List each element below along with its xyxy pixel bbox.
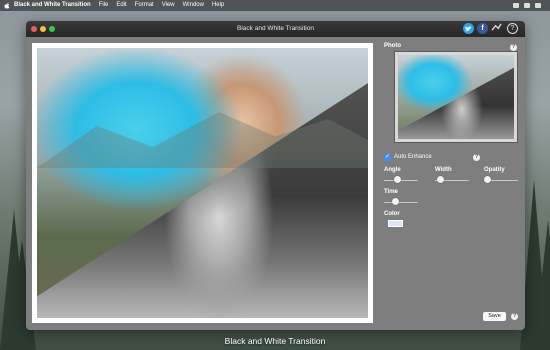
minimize-button[interactable] [40,25,46,32]
photo-label: Photo [384,43,401,49]
auto-enhance-label: Auto Enhance [394,154,432,160]
slider-knob[interactable] [394,176,401,183]
apple-menu-icon[interactable] [4,2,10,9]
app-window: Black and White Transition f ? Photo ? ✓… [26,21,525,330]
photo-help-icon[interactable]: ? [510,44,517,51]
tree-silhouette [534,220,550,350]
menu-view[interactable]: View [162,0,175,11]
time-label: Time [384,189,398,195]
slider-knob[interactable] [484,176,491,183]
photo-thumbnail[interactable] [394,51,518,143]
menu-help[interactable]: Help [212,0,224,11]
window-title: Black and White Transition [237,25,314,32]
opacity-slider[interactable] [484,176,518,184]
slider-knob[interactable] [392,198,399,205]
zoom-button[interactable] [49,25,55,32]
thumbnail-image [398,55,514,139]
preview-image[interactable] [37,48,368,318]
twitter-icon[interactable] [463,23,474,34]
facebook-icon[interactable]: f [477,23,488,34]
time-slider[interactable] [384,198,418,206]
close-button[interactable] [31,25,37,32]
auto-enhance-help-icon[interactable]: ? [473,154,480,161]
auto-enhance-checkbox[interactable]: ✓ [384,154,391,161]
share-icon[interactable] [491,23,502,34]
menu-app-name[interactable]: Black and White Transition [14,0,91,11]
menu-format[interactable]: Format [135,0,154,11]
opacity-label: Opatity [484,167,505,173]
clock-icon[interactable] [535,3,541,8]
save-help-icon[interactable]: ? [511,313,518,320]
menu-file[interactable]: File [99,0,109,11]
menu-window[interactable]: Window [183,0,204,11]
slider-track [384,179,418,181]
color-swatch[interactable] [388,220,403,227]
slider-track [384,201,418,203]
status-icons [513,0,546,11]
menu-edit[interactable]: Edit [116,0,126,11]
help-icon[interactable]: ? [507,23,518,34]
battery-icon[interactable] [524,3,530,8]
angle-slider[interactable] [384,176,418,184]
settings-panel: Photo ? ✓ Auto Enhance ? Angle Width Opa… [380,43,523,327]
caption: Black and White Transition [224,336,326,346]
preview-canvas [32,43,373,323]
width-slider[interactable] [435,176,469,184]
slider-knob[interactable] [437,176,444,183]
title-bar: Black and White Transition [26,21,525,37]
angle-label: Angle [384,167,401,173]
color-label: Color [384,211,400,217]
wifi-icon[interactable] [513,3,519,8]
menu-bar: Black and White Transition File Edit For… [0,0,550,11]
width-label: Width [435,167,452,173]
save-button[interactable]: Save [483,312,506,321]
